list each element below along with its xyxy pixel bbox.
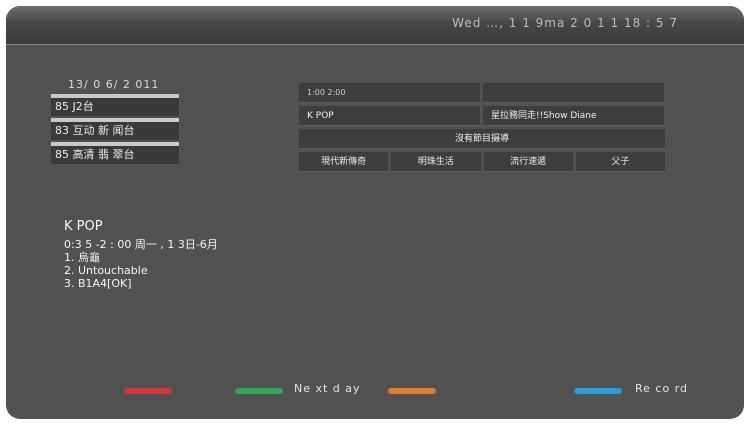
no-info-slot[interactable]: 沒有節目摄導 [299, 129, 665, 149]
top-bar: Wed …, 1 1 9ma 2 0 1 1 18 : 5 7 [6, 6, 744, 45]
program-item: 2. Untouchable [64, 264, 148, 277]
program-slot[interactable]: 流行速遞 [483, 152, 573, 172]
program-item: 3. B1A4[OK] [64, 277, 132, 290]
next-day-label: Ne xt d ay [294, 382, 361, 395]
channel-item[interactable]: 83 互动 新 闻台 [51, 118, 179, 140]
program-slot-show[interactable]: 星拉務同走!!Show Diane [483, 106, 664, 126]
grid-row-bottom: 現代新傳奇 明珠生活 流行速遞 父子 [299, 152, 665, 172]
orange-key-icon[interactable] [388, 388, 436, 394]
color-key-legend: Ne xt d ay Re co rd [6, 382, 744, 402]
epg-date: 13/ 0 6/ 2 011 [68, 78, 160, 91]
time-slot: 1:00 2:00 [299, 83, 480, 103]
program-slot[interactable]: 明珠生活 [391, 152, 481, 172]
program-item: 1. 烏龜 [64, 251, 100, 264]
channel-item[interactable]: 85 J2台 [51, 94, 179, 116]
program-grid: 1:00 2:00 K POP 星拉務同走!!Show Diane 沒有節目摄導… [299, 83, 665, 175]
program-title: K POP [64, 219, 103, 234]
grid-row-noinfo: 沒有節目摄導 [299, 129, 665, 149]
blue-key-icon[interactable] [574, 388, 622, 394]
program-slot[interactable]: 父子 [575, 152, 665, 172]
program-slot[interactable]: 現代新傳奇 [299, 152, 389, 172]
red-key-icon[interactable] [124, 388, 172, 394]
record-label: Re co rd [635, 382, 688, 395]
channel-list: 85 J2台 83 互动 新 闻台 85 高清 翡 翠台 [51, 94, 179, 166]
datetime-status: Wed …, 1 1 9ma 2 0 1 1 18 : 5 7 [452, 16, 678, 30]
channel-item[interactable]: 85 高清 翡 翠台 [51, 142, 179, 164]
grid-row-programs: K POP 星拉務同走!!Show Diane [299, 106, 665, 126]
program-slot-kpop[interactable]: K POP [299, 106, 480, 126]
empty-slot [483, 83, 664, 103]
program-time: 0:3 5 -2 : 00 周一 , 1 3日-6月 [64, 238, 218, 251]
grid-row-time: 1:00 2:00 [299, 83, 665, 103]
tv-screen: Wed …, 1 1 9ma 2 0 1 1 18 : 5 7 13/ 0 6/… [6, 6, 744, 419]
green-key-icon[interactable] [235, 388, 283, 394]
program-detail: K POP 0:3 5 -2 : 00 周一 , 1 3日-6月 1. 烏龜 2… [64, 219, 218, 290]
